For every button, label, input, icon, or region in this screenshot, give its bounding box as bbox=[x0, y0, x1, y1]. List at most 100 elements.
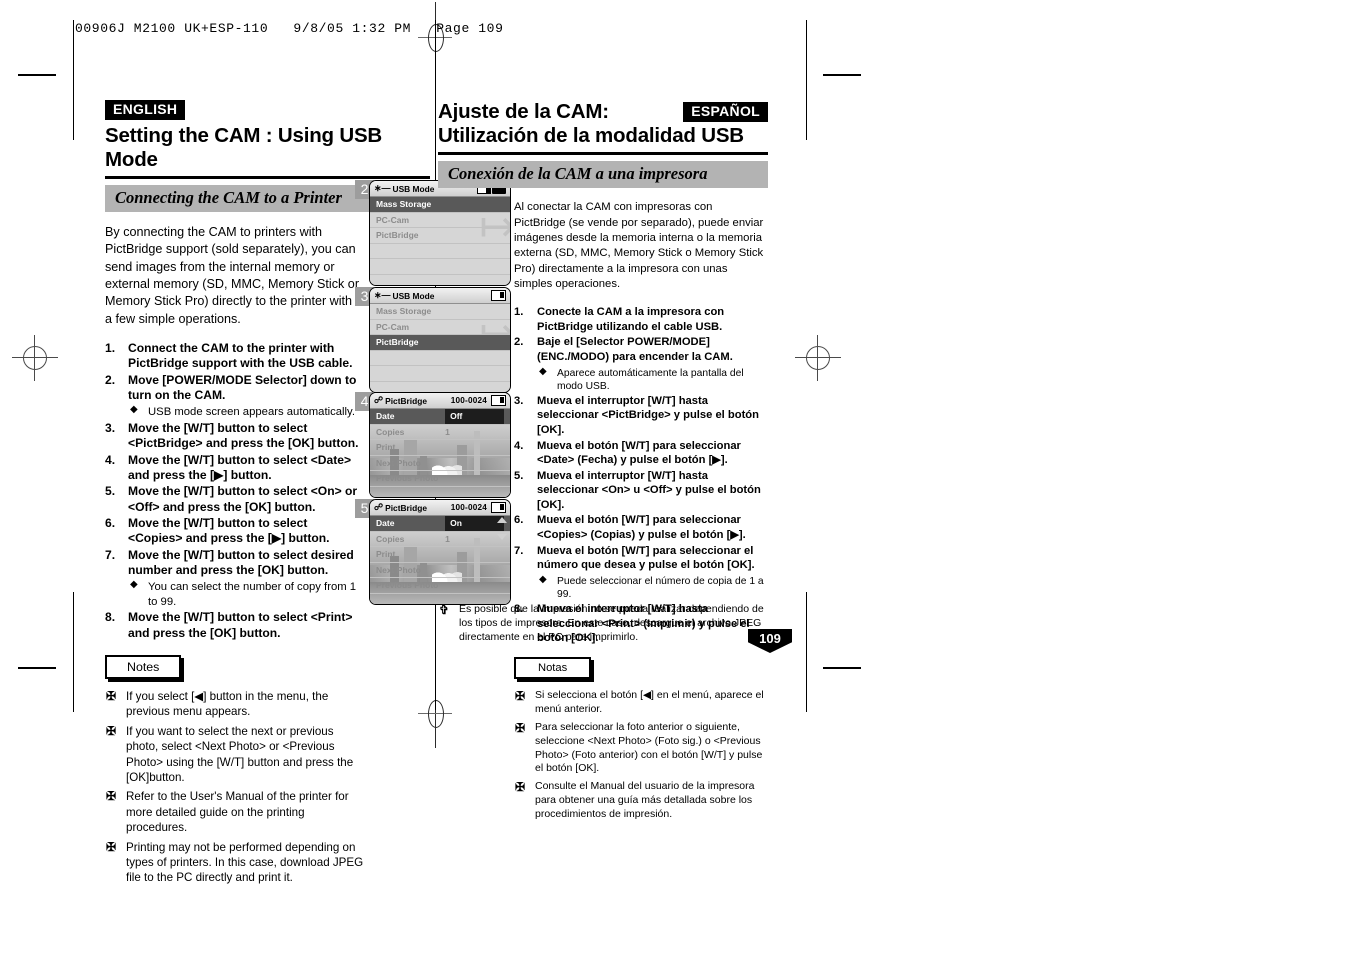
step-number: 3. bbox=[105, 420, 116, 435]
crop-tick-top-left bbox=[18, 74, 56, 76]
step-text: Move the [W/T] button to select <Date> a… bbox=[128, 452, 352, 482]
diamond-bullet-icon: ◆ bbox=[130, 579, 138, 591]
usb-icon: ∗— bbox=[374, 290, 391, 300]
notes-label-spanish: Notas bbox=[514, 656, 592, 679]
lcd-menu-item[interactable]: Date Off bbox=[370, 409, 510, 425]
step-number: 4. bbox=[105, 452, 116, 467]
step-text: Connect the CAM to the printer with Pict… bbox=[128, 341, 353, 371]
lcd-menu-label: Date bbox=[376, 518, 395, 528]
clover-bullet-icon: ✞ bbox=[439, 603, 450, 617]
lcd-menu-label: Previous Photo bbox=[376, 473, 439, 483]
lcd-menu-item[interactable]: Next Photo bbox=[370, 563, 510, 578]
lcd-menu-item[interactable]: Mass Storage bbox=[370, 304, 510, 320]
step-number: 6. bbox=[105, 516, 116, 530]
list-item: ✠ If you want to select the next or previ… bbox=[105, 724, 367, 786]
step-text: Move the [W/T] button to select desired … bbox=[128, 547, 354, 578]
lcd-menu-value bbox=[445, 547, 504, 562]
scroll-up-arrow-icon[interactable] bbox=[497, 517, 507, 523]
lcd-menu-item[interactable]: Previous Photo bbox=[370, 471, 510, 487]
list-item: ✠ Refer to the User's Manual of the print… bbox=[105, 789, 367, 835]
step-item: 8. Move the [W/T] button to select <Print… bbox=[105, 610, 360, 641]
lcd-menu-value bbox=[445, 563, 504, 578]
step-text: Mueva el botón [W/T] para seleccionar <C… bbox=[537, 514, 746, 541]
step-item: 4. Move the [W/T] button to select <Date>… bbox=[105, 453, 360, 484]
step-text: Move the [W/T] button to select <Print> … bbox=[128, 610, 353, 640]
lcd-title: USB Mode bbox=[392, 183, 435, 194]
note-text: Si selecciona el botón [◀] en el menú, a… bbox=[535, 688, 764, 715]
notes-list-english: ✠ If you select [◀] button in the menu, t… bbox=[105, 689, 367, 886]
step-text: Conecte la CAM a la impresora con PictBr… bbox=[537, 306, 725, 333]
lcd-menu-item[interactable]: PictBridge bbox=[370, 228, 510, 244]
lcd-menu-label: Print bbox=[376, 549, 396, 559]
step-number: 8. bbox=[105, 610, 116, 625]
lcd-menu-value: On bbox=[445, 516, 504, 531]
clover-bullet-icon: ✠ bbox=[515, 780, 526, 795]
list-item: ✠ If you select [◀] button in the menu, t… bbox=[105, 689, 367, 720]
lcd-menu-item[interactable]: Copies 1 bbox=[370, 532, 510, 547]
list-item: ✠ Consulte el Manual del usuario de la im… bbox=[514, 780, 766, 822]
lcd-menu-item[interactable]: Mass Storage bbox=[370, 197, 510, 213]
list-item: ✞ Es posible que la impresión no se pued… bbox=[438, 603, 768, 645]
usb-icon: ∗— bbox=[374, 183, 391, 193]
page-title-english: Setting the CAM : Using USB Mode bbox=[105, 123, 383, 171]
step-number: 6. bbox=[514, 514, 524, 527]
step-text: Baje el [Selector POWER/MODE] (ENC./MODO… bbox=[537, 336, 733, 364]
step-number: 1. bbox=[514, 306, 524, 319]
lcd-menu-item[interactable]: PictBridge bbox=[370, 335, 510, 351]
lcd-menu-value: 1 bbox=[445, 426, 450, 437]
lcd-title: PictBridge bbox=[385, 395, 428, 406]
clover-bullet-icon: ✠ bbox=[515, 688, 526, 703]
note-text: Para seleccionar la foto anterior o sigu… bbox=[535, 720, 763, 775]
step-text: Move the [W/T] button to select <Copies>… bbox=[128, 516, 330, 546]
notes-label-english: Notes bbox=[105, 654, 182, 679]
print-slug: 00906J M2100 UK+ESP-110 9/8/05 1:32 PM P… bbox=[75, 21, 504, 36]
manual-page: 00906J M2100 UK+ESP-110 9/8/05 1:32 PM P… bbox=[0, 0, 1351, 954]
lcd-menu-item[interactable]: PC-Cam bbox=[370, 320, 510, 335]
step-item: 2. Baje el [Selector POWER/MODE] (ENC./MO… bbox=[514, 335, 766, 392]
step-item: 7. Move the [W/T] button to select desire… bbox=[105, 548, 360, 610]
bullet-text: Aparece automáticamente la pantalla del … bbox=[557, 367, 744, 392]
crop-tick-bottom-left bbox=[18, 667, 56, 669]
diamond-bullet-icon: ◆ bbox=[539, 573, 547, 585]
crop-tick-bottom-right bbox=[823, 667, 861, 669]
step-number: 5. bbox=[105, 484, 116, 499]
step-text: Mueva el botón [W/T] para seleccionar <D… bbox=[537, 439, 741, 467]
step-item: 6. Move the [W/T] button to select <Copie… bbox=[105, 516, 360, 547]
lcd-menu-item[interactable]: Print bbox=[370, 547, 510, 563]
steps-list-spanish: 1. Conecte la CAM a la impresora con Pict… bbox=[514, 305, 766, 645]
list-item: ✠ Printing may not be performed depending… bbox=[105, 840, 367, 886]
language-badge-english: ENGLISH bbox=[105, 100, 186, 120]
list-item: ◆ Aparece automáticamente la pantalla del… bbox=[537, 366, 766, 393]
steps-list-english: 1. Connect the CAM to the printer with Pi… bbox=[105, 341, 360, 641]
lcd-menu-item[interactable]: Print bbox=[370, 440, 510, 456]
step-text: Mueva el botón [W/T] para seleccionar el… bbox=[537, 544, 755, 572]
scroll-down-arrow-icon[interactable] bbox=[497, 534, 507, 540]
pictbridge-icon: ☍ bbox=[374, 395, 384, 405]
note-text: Printing may not be performed depending … bbox=[126, 840, 364, 885]
lcd-menu-value bbox=[445, 456, 504, 471]
lcd-menu-value: 1 bbox=[445, 533, 450, 544]
step-text: Move the [W/T] button to select <PictBri… bbox=[128, 420, 359, 451]
step-item: 7. Mueva el botón [W/T] para seleccionar … bbox=[514, 544, 766, 601]
lcd-menu-label: Print bbox=[376, 442, 396, 452]
lcd-menu-item[interactable]: Next Photo bbox=[370, 456, 510, 471]
step-text: Move [POWER/MODE Selector] down to turn … bbox=[128, 372, 357, 403]
lcd-menu-item[interactable]: Previous Photo bbox=[370, 578, 510, 594]
crop-line-left-bottom bbox=[73, 592, 74, 712]
notes-list-spanish: ✠ Si selecciona el botón [◀] en el menú, … bbox=[514, 689, 766, 823]
registration-mark-left bbox=[12, 335, 58, 381]
lcd-menu-item[interactable]: Date On bbox=[370, 516, 510, 532]
step-number: 3. bbox=[514, 394, 524, 407]
step-item: 5. Move the [W/T] button to select <On> o… bbox=[105, 484, 360, 515]
lcd-menu-label: Previous Photo bbox=[376, 580, 439, 590]
crop-line-right-bottom bbox=[806, 592, 807, 712]
clover-bullet-icon: ✠ bbox=[106, 723, 117, 738]
lcd-menu-item[interactable]: PC-Cam bbox=[370, 213, 510, 228]
bullet-text: USB mode screen appears automatically. bbox=[148, 406, 356, 419]
step-text: Mueva el interruptor [W/T] hasta selecci… bbox=[537, 394, 759, 437]
step-number: 2. bbox=[514, 336, 524, 349]
list-item: ✠ Si selecciona el botón [◀] en el menú, … bbox=[514, 689, 766, 717]
lcd-menu-item-empty bbox=[370, 259, 510, 275]
step-text: Mueva el interruptor [W/T] hasta selecci… bbox=[537, 469, 761, 511]
lcd-menu-item[interactable]: Copies 1 bbox=[370, 425, 510, 440]
